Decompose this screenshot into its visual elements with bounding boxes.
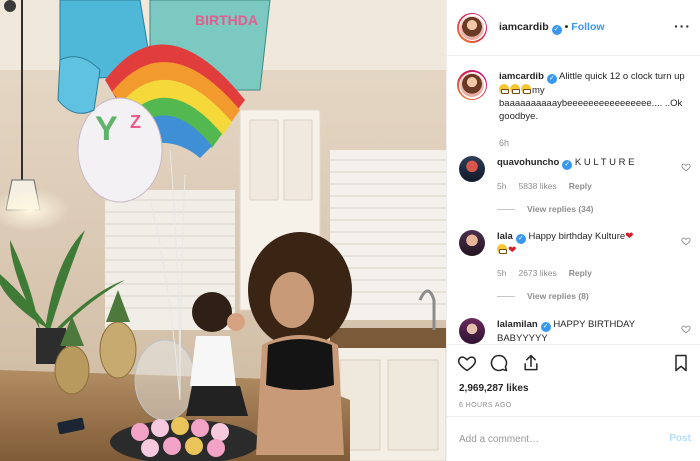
caption-body: iamcardib ✓ Alittle quick 12 o clock turn… bbox=[499, 70, 689, 150]
grimacing-face-emoji-icon bbox=[499, 84, 509, 94]
comment-username[interactable]: lala bbox=[497, 231, 513, 242]
reply-button[interactable]: Reply bbox=[569, 267, 592, 280]
comment-meta: 5h 5838 likes Reply bbox=[497, 180, 667, 193]
comment-text: lala ✓ Happy birthday Kulture❤ ❤ bbox=[497, 230, 667, 257]
reply-button[interactable]: Reply bbox=[569, 180, 592, 193]
like-comment-heart-icon[interactable] bbox=[681, 324, 691, 334]
save-bookmark-icon[interactable] bbox=[671, 353, 691, 373]
commenter-avatar[interactable] bbox=[459, 156, 485, 182]
svg-text:Y: Y bbox=[95, 110, 118, 148]
comment-text: quavohuncho ✓ K U L T U R E bbox=[497, 156, 667, 170]
caption-text-block: iamcardib ✓ Alittle quick 12 o clock turn… bbox=[499, 70, 689, 123]
likes-count[interactable]: 2,969,287 likes bbox=[459, 383, 529, 394]
commenter-avatar[interactable] bbox=[459, 318, 485, 344]
view-replies-label[interactable]: View replies (8) bbox=[527, 290, 589, 303]
avatar-image bbox=[460, 15, 484, 40]
follow-button[interactable]: Follow bbox=[571, 21, 604, 33]
comment-time[interactable]: 5h bbox=[497, 267, 506, 280]
comment-text: lalamilan ✓ HAPPY BIRTHDAY BABYYYYY bbox=[497, 318, 667, 344]
comment-meta: 5h 2673 likes Reply bbox=[497, 267, 667, 280]
author-username-text[interactable]: iamcardib bbox=[499, 21, 549, 33]
comment-username[interactable]: lalamilan bbox=[497, 319, 538, 330]
red-heart-emoji-icon: ❤ bbox=[508, 245, 517, 256]
comment-item: lalamilan ✓ HAPPY BIRTHDAY BABYYYYY bbox=[457, 318, 693, 344]
comment-likes[interactable]: 5838 likes bbox=[518, 180, 556, 193]
post-sidebar: iamcardib ✓ • Follow ··· iamcardib ✓ Alittle… bbox=[446, 0, 700, 461]
replies-divider bbox=[497, 209, 515, 210]
red-heart-emoji-icon: ❤ bbox=[625, 231, 634, 242]
view-replies-label[interactable]: View replies (34) bbox=[527, 203, 593, 216]
grimacing-face-emoji-icon bbox=[497, 244, 507, 254]
author-username[interactable]: iamcardib ✓ • Follow bbox=[499, 21, 605, 35]
verified-badge-icon: ✓ bbox=[562, 160, 573, 170]
birthday-photo-illustration: BIRTHDA Y Z bbox=[0, 0, 446, 461]
caption-avatar[interactable] bbox=[457, 70, 487, 100]
comments-scroll-area[interactable]: iamcardib ✓ Alittle quick 12 o clock turn… bbox=[447, 56, 700, 344]
comment-composer: Post bbox=[447, 416, 700, 461]
comment-message: K U L T U R E bbox=[574, 157, 635, 168]
verified-badge-icon: ✓ bbox=[515, 234, 526, 244]
svg-text:Z: Z bbox=[130, 112, 141, 132]
instagram-post: BIRTHDA Y Z iamcardib ✓ • Follow ··· iam… bbox=[0, 0, 700, 461]
caption-timestamp[interactable]: 6h bbox=[499, 137, 689, 150]
view-replies-button[interactable]: View replies (8) bbox=[497, 290, 667, 303]
comment-body: lalamilan ✓ HAPPY BIRTHDAY BABYYYYY bbox=[497, 318, 667, 344]
svg-text:BIRTHDA: BIRTHDA bbox=[195, 12, 258, 28]
verified-badge-icon: ✓ bbox=[551, 24, 562, 35]
verified-badge-icon: ✓ bbox=[546, 74, 557, 84]
add-comment-input[interactable] bbox=[459, 433, 649, 445]
comment-username[interactable]: quavohuncho bbox=[497, 157, 559, 168]
caption-username[interactable]: iamcardib bbox=[499, 71, 544, 82]
grimacing-face-emoji-icon bbox=[510, 84, 520, 94]
like-comment-heart-icon[interactable] bbox=[681, 162, 691, 172]
like-comment-heart-icon[interactable] bbox=[681, 236, 691, 246]
verified-badge-icon: ✓ bbox=[540, 322, 551, 332]
grimacing-face-emoji-icon bbox=[521, 84, 531, 94]
like-heart-icon[interactable] bbox=[457, 353, 477, 373]
comment-likes[interactable]: 2673 likes bbox=[518, 267, 556, 280]
avatar-image bbox=[460, 73, 484, 97]
author-avatar[interactable] bbox=[457, 12, 487, 43]
action-icons-row bbox=[457, 353, 541, 373]
post-comment-button[interactable]: Post bbox=[669, 433, 691, 444]
post-actions: 2,969,287 likes 6 HOURS AGO bbox=[447, 344, 700, 416]
share-icon[interactable] bbox=[521, 353, 541, 373]
replies-divider bbox=[497, 296, 515, 297]
comment-item: lala ✓ Happy birthday Kulture❤ ❤ 5h 2673 … bbox=[457, 230, 693, 303]
comment-time[interactable]: 5h bbox=[497, 180, 506, 193]
view-replies-button[interactable]: View replies (34) bbox=[497, 203, 667, 216]
more-options-icon[interactable]: ··· bbox=[674, 18, 691, 34]
comment-item: quavohuncho ✓ K U L T U R E 5h 5838 likes… bbox=[457, 156, 693, 216]
comment-body: lala ✓ Happy birthday Kulture❤ ❤ 5h 2673 … bbox=[497, 230, 667, 303]
post-time-ago[interactable]: 6 HOURS AGO bbox=[459, 402, 512, 409]
post-photo[interactable]: BIRTHDA Y Z bbox=[0, 0, 446, 461]
commenter-avatar[interactable] bbox=[459, 230, 485, 256]
separator-dot: • bbox=[564, 20, 569, 33]
post-header: iamcardib ✓ • Follow ··· bbox=[447, 0, 700, 56]
post-caption: iamcardib ✓ Alittle quick 12 o clock turn… bbox=[457, 70, 693, 150]
caption-text-start: Alittle quick 12 o clock turn up bbox=[559, 71, 685, 82]
comment-message: Happy birthday Kulture bbox=[528, 231, 626, 242]
comment-bubble-icon[interactable] bbox=[489, 353, 509, 373]
comment-body: quavohuncho ✓ K U L T U R E 5h 5838 likes… bbox=[497, 156, 667, 216]
